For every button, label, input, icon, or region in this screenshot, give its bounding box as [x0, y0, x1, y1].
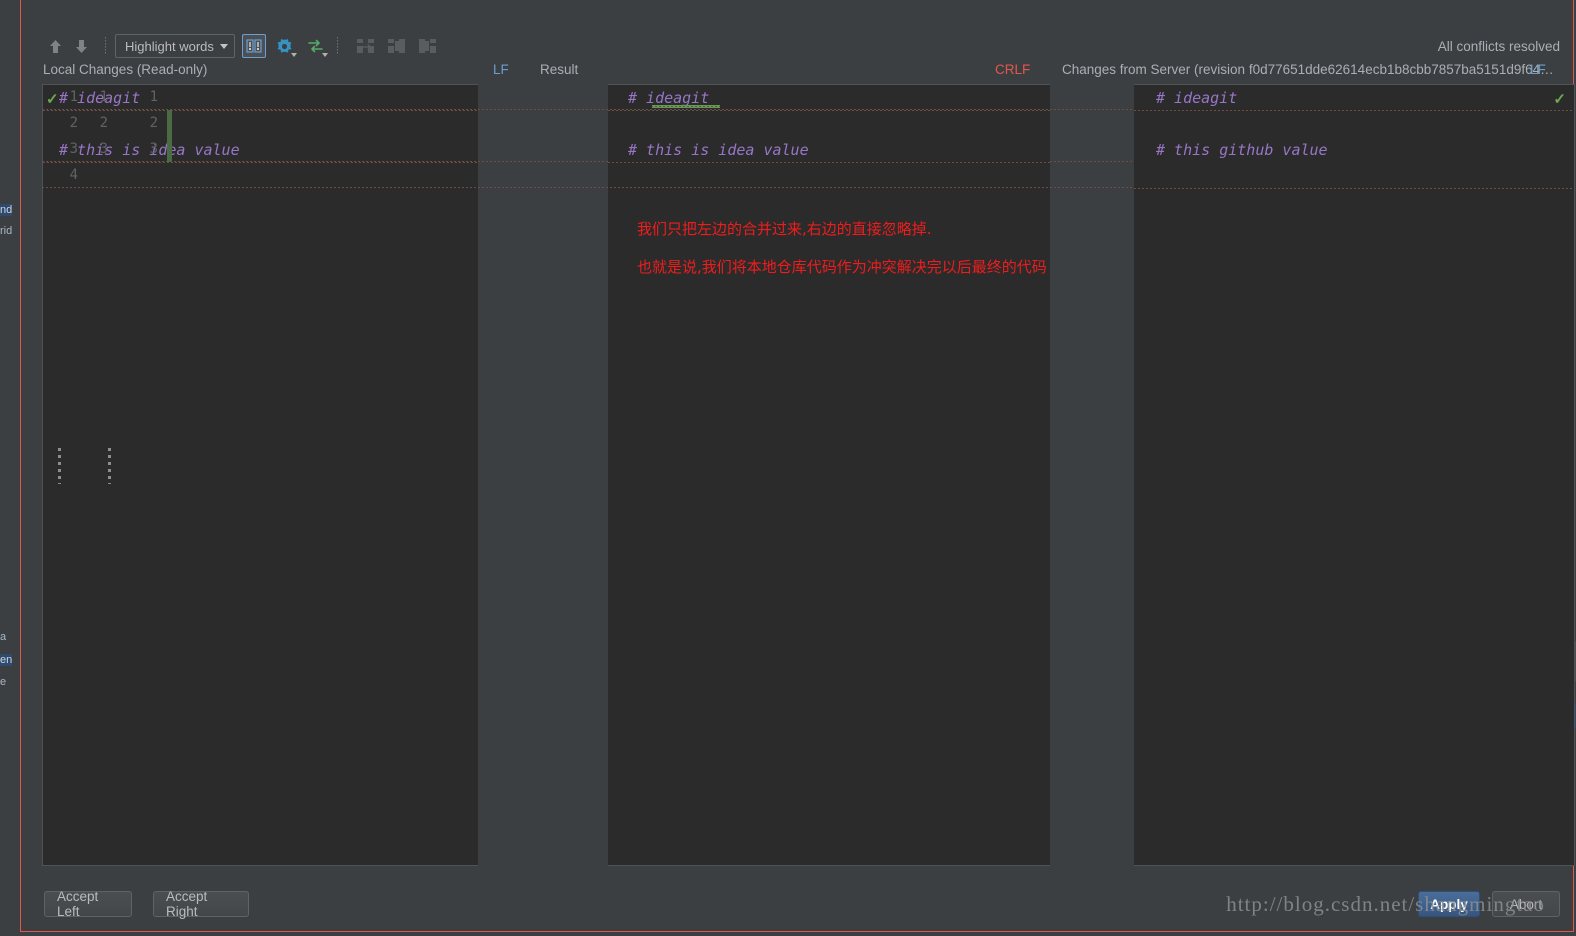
sync-scroll-icon[interactable]: [304, 34, 328, 58]
header-local-changes: Local Changes (Read-only): [43, 62, 208, 77]
highlight-mode-select[interactable]: Highlight words: [115, 34, 235, 58]
bleed-text-4: en: [0, 654, 13, 666]
watermark: http://blog.csdn.net/shangmingtao: [1226, 892, 1545, 916]
line-number: 2: [69, 115, 78, 131]
chevron-down-icon: [290, 53, 297, 57]
right-splitter-handle[interactable]: [58, 448, 61, 484]
spellcheck-squiggle: [652, 105, 720, 108]
line-number: 1: [69, 89, 78, 105]
code-line: # this is idea value: [628, 141, 809, 159]
highlight-mode-label: Highlight words: [125, 38, 214, 54]
chevron-down-icon: [321, 53, 328, 57]
accept-left-button[interactable]: Accept Left: [44, 889, 132, 919]
header-right-line-sep[interactable]: LF: [1530, 62, 1546, 77]
bleed-text-3: a: [0, 631, 7, 643]
chevron-down-icon: [219, 43, 228, 49]
change-boundary: [1134, 188, 1574, 189]
apply-left-non-conflicts-icon: [385, 34, 409, 58]
header-server-changes: Changes from Server (revision f0d77651dd…: [1062, 62, 1554, 77]
change-boundary: [608, 162, 1050, 163]
bleed-text-1: nd: [0, 204, 13, 216]
arrow-down-icon[interactable]: [70, 35, 92, 57]
settings-gear-icon[interactable]: [273, 34, 297, 58]
conflicts-status: All conflicts resolved: [1437, 38, 1560, 54]
toolbar: Highlight words All conflicts resolved: [22, 31, 1574, 61]
change-marker: [167, 110, 172, 162]
collapse-unchanged-icon[interactable]: [241, 34, 266, 58]
merge-dialog: Highlight words All conflicts resolved L…: [20, 0, 1575, 932]
merge-editors: ✓ # ideagit # this is idea value 1 2 3 1…: [42, 84, 1575, 866]
background-app-bleed: nd rid a en e: [0, 0, 22, 936]
apply-right-non-conflicts-icon: [416, 34, 440, 58]
code-line: # ideagit: [1156, 89, 1238, 107]
line-number: 4: [69, 167, 78, 183]
header-result-line-sep[interactable]: CRLF: [995, 62, 1030, 77]
annotation-line-2: 也就是说,我们将本地仓库代码作为冲突解决完以后最终的代码: [637, 258, 1047, 276]
annotation-overlay: 我们只把左边的合并过来,右边的直接忽略掉. 也就是说,我们将本地仓库代码作为冲突…: [637, 210, 1067, 286]
apply-non-conflicts-icon: [354, 34, 378, 58]
toolbar-separator-1: [105, 37, 106, 55]
header-left-line-sep[interactable]: LF: [493, 62, 509, 77]
line-number: 3: [69, 141, 78, 157]
arrow-up-icon[interactable]: [44, 35, 66, 57]
header-result: Result: [540, 62, 579, 77]
bleed-text-5: e: [0, 676, 7, 688]
left-splitter-handle[interactable]: [108, 448, 111, 484]
line-number: 3: [149, 141, 158, 157]
result-editor[interactable]: # ideagit # this is idea value: [608, 84, 1050, 866]
annotation-line-1: 我们只把左边的合并过来,右边的直接忽略掉.: [637, 220, 932, 238]
server-changes-editor[interactable]: # ideagit ✓ # this github value: [1134, 84, 1575, 866]
line-number: 1: [149, 89, 158, 105]
bleed-text-2: rid: [0, 225, 13, 237]
code-line: # this github value: [1156, 141, 1328, 159]
pane-headers: Local Changes (Read-only) LF Result CRLF…: [22, 62, 1574, 83]
change-boundary: [43, 162, 478, 163]
check-icon[interactable]: ✓: [1553, 92, 1566, 107]
accept-right-button[interactable]: Accept Right: [153, 889, 249, 919]
line-number: 2: [149, 115, 158, 131]
toolbar-separator-2: [336, 37, 338, 55]
